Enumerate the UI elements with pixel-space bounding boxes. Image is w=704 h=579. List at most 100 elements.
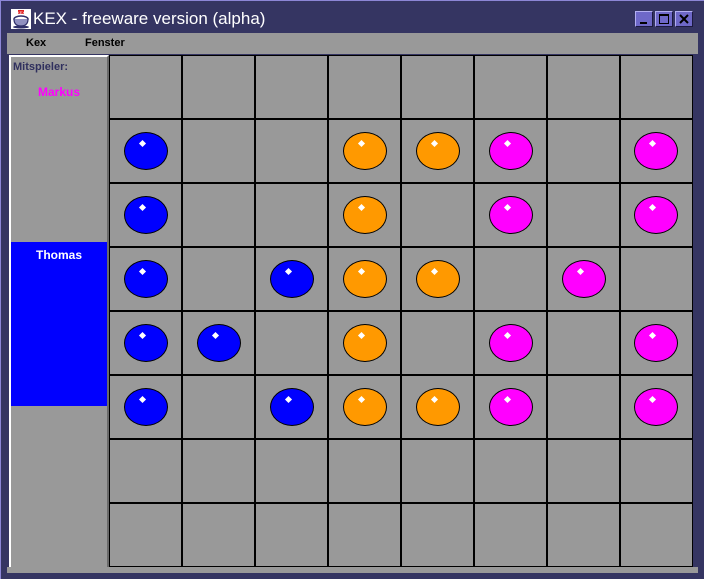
- board-cell[interactable]: [328, 56, 402, 120]
- board-cell[interactable]: [474, 247, 548, 312]
- board-cell[interactable]: [547, 119, 621, 184]
- board-cell[interactable]: [328, 247, 402, 312]
- blue-ball[interactable]: [124, 260, 168, 298]
- board-cell[interactable]: [401, 56, 475, 120]
- board-cell[interactable]: [620, 56, 693, 120]
- board-cell[interactable]: [620, 183, 693, 248]
- board-cell[interactable]: [620, 375, 693, 440]
- board-cell[interactable]: [474, 503, 548, 567]
- board-cell[interactable]: [401, 439, 475, 504]
- magenta-ball[interactable]: [634, 196, 678, 234]
- board-cell[interactable]: [255, 56, 329, 120]
- title-bar[interactable]: KEX KEX - freeware version (alpha): [7, 7, 699, 32]
- blue-ball[interactable]: [270, 388, 314, 426]
- magenta-ball[interactable]: [634, 388, 678, 426]
- magenta-ball[interactable]: [634, 132, 678, 170]
- game-board[interactable]: [109, 55, 693, 567]
- board-cell[interactable]: [474, 119, 548, 184]
- board-cell[interactable]: [182, 503, 256, 567]
- board-cell[interactable]: [328, 311, 402, 376]
- board-cell[interactable]: [255, 503, 329, 567]
- board-cell[interactable]: [255, 183, 329, 248]
- blue-ball[interactable]: [197, 324, 241, 362]
- menu-kex[interactable]: Kex: [26, 37, 46, 49]
- magenta-ball[interactable]: [489, 388, 533, 426]
- board-cell[interactable]: [110, 311, 183, 376]
- orange-ball[interactable]: [343, 196, 387, 234]
- orange-ball[interactable]: [416, 260, 460, 298]
- board-cell[interactable]: [401, 183, 475, 248]
- board-cell[interactable]: [547, 183, 621, 248]
- board-cell[interactable]: [110, 375, 183, 440]
- blue-ball[interactable]: [124, 388, 168, 426]
- close-button[interactable]: [675, 11, 693, 27]
- menu-bar: Kex Fenster: [7, 33, 698, 54]
- board-cell[interactable]: [255, 247, 329, 312]
- board-cell[interactable]: [401, 247, 475, 312]
- orange-ball[interactable]: [416, 132, 460, 170]
- board-cell[interactable]: [110, 56, 183, 120]
- board-cell[interactable]: [620, 119, 693, 184]
- board-cell[interactable]: [110, 119, 183, 184]
- magenta-ball[interactable]: [562, 260, 606, 298]
- board-cell[interactable]: [401, 119, 475, 184]
- blue-ball[interactable]: [124, 132, 168, 170]
- board-cell[interactable]: [547, 56, 621, 120]
- orange-ball[interactable]: [343, 388, 387, 426]
- magenta-ball[interactable]: [489, 324, 533, 362]
- svg-text:KEX: KEX: [17, 10, 25, 15]
- board-cell[interactable]: [255, 375, 329, 440]
- board-cell[interactable]: [547, 247, 621, 312]
- orange-ball[interactable]: [343, 324, 387, 362]
- board-cell[interactable]: [474, 439, 548, 504]
- board-cell[interactable]: [110, 247, 183, 312]
- board-cell[interactable]: [620, 439, 693, 504]
- board-cell[interactable]: [182, 439, 256, 504]
- board-cell[interactable]: [110, 439, 183, 504]
- blue-ball[interactable]: [124, 196, 168, 234]
- board-cell[interactable]: [401, 311, 475, 376]
- minimize-button[interactable]: [635, 11, 653, 27]
- player-markus[interactable]: Markus: [11, 85, 107, 105]
- magenta-ball[interactable]: [489, 132, 533, 170]
- blue-ball[interactable]: [270, 260, 314, 298]
- board-cell[interactable]: [547, 375, 621, 440]
- board-cell[interactable]: [547, 439, 621, 504]
- board-cell[interactable]: [620, 311, 693, 376]
- board-cell[interactable]: [328, 375, 402, 440]
- board-cell[interactable]: [328, 439, 402, 504]
- maximize-button[interactable]: [655, 11, 673, 27]
- board-cell[interactable]: [182, 119, 256, 184]
- menu-fenster[interactable]: Fenster: [85, 37, 125, 49]
- board-cell[interactable]: [182, 247, 256, 312]
- board-cell[interactable]: [474, 56, 548, 120]
- board-cell[interactable]: [110, 503, 183, 567]
- board-cell[interactable]: [547, 503, 621, 567]
- board-cell[interactable]: [620, 247, 693, 312]
- board-cell[interactable]: [255, 119, 329, 184]
- board-cell[interactable]: [328, 119, 402, 184]
- board-cell[interactable]: [255, 439, 329, 504]
- player-thomas[interactable]: Thomas: [11, 242, 107, 406]
- board-cell[interactable]: [620, 503, 693, 567]
- board-cell[interactable]: [474, 183, 548, 248]
- magenta-ball[interactable]: [489, 196, 533, 234]
- board-cell[interactable]: [328, 503, 402, 567]
- board-cell[interactable]: [401, 503, 475, 567]
- board-cell[interactable]: [401, 375, 475, 440]
- magenta-ball[interactable]: [634, 324, 678, 362]
- board-cell[interactable]: [255, 311, 329, 376]
- orange-ball[interactable]: [416, 388, 460, 426]
- blue-ball[interactable]: [124, 324, 168, 362]
- orange-ball[interactable]: [343, 132, 387, 170]
- board-cell[interactable]: [474, 375, 548, 440]
- board-cell[interactable]: [182, 183, 256, 248]
- board-cell[interactable]: [182, 311, 256, 376]
- board-cell[interactable]: [182, 375, 256, 440]
- board-cell[interactable]: [474, 311, 548, 376]
- board-cell[interactable]: [182, 56, 256, 120]
- board-cell[interactable]: [110, 183, 183, 248]
- board-cell[interactable]: [547, 311, 621, 376]
- board-cell[interactable]: [328, 183, 402, 248]
- orange-ball[interactable]: [343, 260, 387, 298]
